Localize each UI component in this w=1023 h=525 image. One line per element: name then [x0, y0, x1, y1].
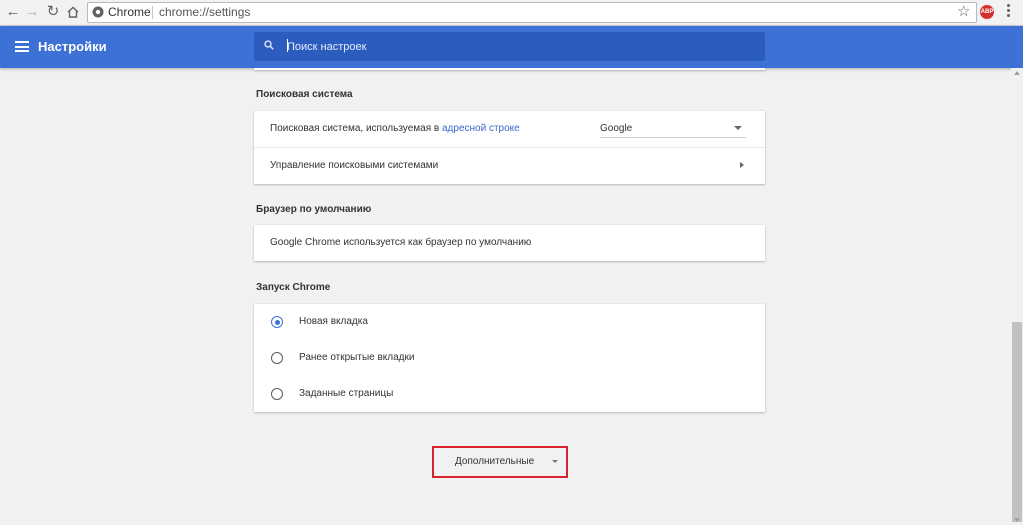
startup-option-specific-pages[interactable]: Заданные страницы [254, 376, 765, 412]
default-browser-row: Google Chrome используется как браузер п… [254, 225, 765, 261]
section-title-startup: Запуск Chrome [256, 282, 331, 293]
startup-option-label: Ранее открытые вкладки [299, 352, 415, 363]
hamburger-menu-icon[interactable] [15, 41, 29, 52]
browser-menu-icon[interactable] [1005, 4, 1011, 20]
radio-button[interactable] [271, 388, 283, 400]
scrollbar-thumb[interactable] [1012, 322, 1022, 522]
search-engine-row: Поисковая система, используемая в адресн… [254, 111, 765, 147]
chrome-icon [92, 6, 104, 18]
scroll-up-arrow-icon[interactable] [1014, 71, 1020, 75]
scrollbar[interactable] [1011, 68, 1023, 525]
manage-search-engines-label: Управление поисковыми системами [270, 160, 439, 171]
settings-header: Настройки [0, 26, 1023, 68]
forward-icon[interactable]: → [23, 3, 41, 21]
manage-search-engines-row[interactable]: Управление поисковыми системами [254, 147, 765, 184]
startup-option-label: Заданные страницы [299, 388, 394, 399]
scroll-down-arrow-icon[interactable] [1014, 518, 1020, 522]
highlight-box [432, 446, 568, 478]
search-icon [264, 40, 274, 50]
default-browser-status: Google Chrome используется как браузер п… [270, 237, 532, 248]
radio-button[interactable] [271, 352, 283, 364]
back-icon[interactable]: ← [4, 3, 22, 21]
chevron-right-icon [740, 162, 744, 168]
divider [152, 6, 153, 19]
home-icon[interactable] [64, 3, 82, 21]
bookmark-star-icon[interactable]: ☆ [957, 3, 970, 21]
startup-option-new-tab[interactable]: Новая вкладка [254, 304, 765, 340]
section-title-search-engine: Поисковая система [256, 89, 353, 100]
search-engine-card: Поисковая система, используемая в адресн… [254, 111, 765, 184]
site-chip: Chrome [108, 5, 151, 19]
search-engine-selected: Google [600, 123, 633, 134]
dropdown-arrow-icon [734, 126, 742, 130]
startup-card: Новая вкладка Ранее открытые вкладки Зад… [254, 304, 765, 412]
adblock-extension-icon[interactable]: ABP [980, 5, 994, 19]
address-bar-link[interactable]: адресной строке [442, 123, 520, 134]
previous-card-edge [254, 68, 765, 70]
text-caret [287, 39, 288, 52]
search-input[interactable] [287, 38, 747, 55]
search-engine-select[interactable]: Google [600, 121, 746, 138]
url-text: chrome://settings [159, 5, 251, 19]
reload-icon[interactable]: ↻ [44, 3, 62, 21]
radio-button-checked[interactable] [271, 316, 283, 328]
address-bar[interactable]: Chrome chrome://settings [87, 2, 977, 23]
section-title-default-browser: Браузер по умолчанию [256, 204, 372, 215]
settings-search[interactable] [254, 32, 765, 61]
startup-option-previous-tabs[interactable]: Ранее открытые вкладки [254, 340, 765, 376]
browser-toolbar: ← → ↻ Chrome chrome://settings ☆ ABP [0, 0, 1023, 26]
page-title: Настройки [38, 39, 107, 54]
default-browser-card: Google Chrome используется как браузер п… [254, 225, 765, 261]
startup-option-label: Новая вкладка [299, 316, 368, 327]
search-engine-row-label: Поисковая система, используемая в адресн… [270, 123, 520, 134]
